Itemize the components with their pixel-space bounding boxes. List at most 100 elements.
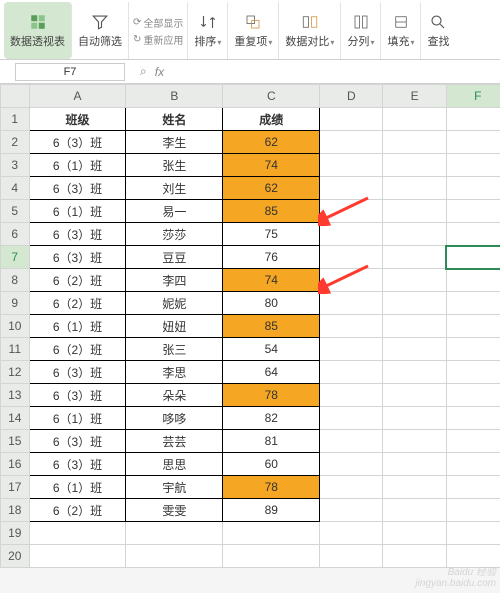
cell[interactable]: 6（3）班: [29, 177, 126, 200]
cell[interactable]: 62: [223, 131, 320, 154]
column-header[interactable]: C: [223, 85, 320, 108]
cell[interactable]: [223, 522, 320, 545]
cell[interactable]: 6（1）班: [29, 407, 126, 430]
cell[interactable]: [446, 430, 500, 453]
cell[interactable]: [446, 246, 500, 269]
cell[interactable]: 82: [223, 407, 320, 430]
cell[interactable]: 雯雯: [126, 499, 223, 522]
cell[interactable]: [320, 315, 383, 338]
cell[interactable]: [383, 476, 446, 499]
column-header[interactable]: B: [126, 85, 223, 108]
cell[interactable]: [320, 177, 383, 200]
column-header[interactable]: F: [446, 85, 500, 108]
cell[interactable]: [383, 292, 446, 315]
cell[interactable]: 思思: [126, 453, 223, 476]
cell[interactable]: [383, 430, 446, 453]
cell[interactable]: [383, 108, 446, 131]
row-header[interactable]: 14: [1, 407, 30, 430]
cell[interactable]: [320, 545, 383, 568]
fx-label[interactable]: fx: [155, 65, 164, 79]
cell[interactable]: [320, 292, 383, 315]
cell[interactable]: 6（3）班: [29, 384, 126, 407]
row-header[interactable]: 11: [1, 338, 30, 361]
cell[interactable]: 54: [223, 338, 320, 361]
cell[interactable]: [320, 522, 383, 545]
autofilter-button[interactable]: 自动筛选: [72, 2, 129, 59]
cell[interactable]: 78: [223, 476, 320, 499]
cell[interactable]: 85: [223, 315, 320, 338]
lens-icon[interactable]: ⌕: [140, 64, 147, 79]
column-header[interactable]: D: [320, 85, 383, 108]
cell[interactable]: 哆哆: [126, 407, 223, 430]
cell[interactable]: [320, 338, 383, 361]
cell[interactable]: 74: [223, 154, 320, 177]
cell[interactable]: [383, 315, 446, 338]
cell[interactable]: [446, 315, 500, 338]
cell[interactable]: [383, 407, 446, 430]
cell[interactable]: [320, 407, 383, 430]
row-header[interactable]: 7: [1, 246, 30, 269]
show-all-button[interactable]: ⟳全部显示: [133, 15, 183, 30]
row-header[interactable]: 17: [1, 476, 30, 499]
row-header[interactable]: 16: [1, 453, 30, 476]
cell[interactable]: 6（1）班: [29, 200, 126, 223]
cell[interactable]: [383, 200, 446, 223]
pivot-table-button[interactable]: 数据透视表: [4, 2, 72, 59]
cell[interactable]: 81: [223, 430, 320, 453]
cell[interactable]: [320, 108, 383, 131]
cell[interactable]: [320, 453, 383, 476]
cell[interactable]: [446, 361, 500, 384]
cell[interactable]: 6（3）班: [29, 430, 126, 453]
cell[interactable]: 80: [223, 292, 320, 315]
row-header[interactable]: 8: [1, 269, 30, 292]
cell[interactable]: [446, 108, 500, 131]
cell[interactable]: [29, 545, 126, 568]
cell[interactable]: [446, 292, 500, 315]
cell[interactable]: [320, 499, 383, 522]
cell[interactable]: [383, 131, 446, 154]
cell[interactable]: 75: [223, 223, 320, 246]
row-header[interactable]: 18: [1, 499, 30, 522]
cell[interactable]: [383, 269, 446, 292]
cell[interactable]: [320, 361, 383, 384]
cell[interactable]: 85: [223, 200, 320, 223]
cell[interactable]: [383, 246, 446, 269]
cell[interactable]: 89: [223, 499, 320, 522]
cell[interactable]: 6（3）班: [29, 131, 126, 154]
text-to-columns-button[interactable]: 分列▾: [341, 2, 381, 59]
cell[interactable]: 莎莎: [126, 223, 223, 246]
cell[interactable]: [446, 522, 500, 545]
cell[interactable]: [126, 545, 223, 568]
cell[interactable]: 6（2）班: [29, 338, 126, 361]
cell[interactable]: [446, 154, 500, 177]
cell[interactable]: 74: [223, 269, 320, 292]
cell[interactable]: [383, 177, 446, 200]
cell[interactable]: 李四: [126, 269, 223, 292]
cell[interactable]: 朵朵: [126, 384, 223, 407]
cell[interactable]: [446, 338, 500, 361]
row-header[interactable]: 19: [1, 522, 30, 545]
cell[interactable]: 姓名: [126, 108, 223, 131]
cell[interactable]: 成绩: [223, 108, 320, 131]
cell[interactable]: [383, 499, 446, 522]
name-box[interactable]: [15, 63, 125, 81]
row-header[interactable]: 9: [1, 292, 30, 315]
row-header[interactable]: 3: [1, 154, 30, 177]
cell[interactable]: [320, 476, 383, 499]
cell[interactable]: 李思: [126, 361, 223, 384]
cell[interactable]: 6（1）班: [29, 315, 126, 338]
row-header[interactable]: 15: [1, 430, 30, 453]
cell[interactable]: 张三: [126, 338, 223, 361]
select-all-corner[interactable]: [1, 85, 30, 108]
column-header[interactable]: A: [29, 85, 126, 108]
cell[interactable]: [320, 200, 383, 223]
cell[interactable]: 张生: [126, 154, 223, 177]
cell[interactable]: 6（3）班: [29, 453, 126, 476]
sort-button[interactable]: 排序▾: [188, 2, 228, 59]
row-header[interactable]: 10: [1, 315, 30, 338]
cell[interactable]: [446, 453, 500, 476]
cell[interactable]: 6（2）班: [29, 499, 126, 522]
row-header[interactable]: 20: [1, 545, 30, 568]
cell[interactable]: 芸芸: [126, 430, 223, 453]
cell[interactable]: 豆豆: [126, 246, 223, 269]
